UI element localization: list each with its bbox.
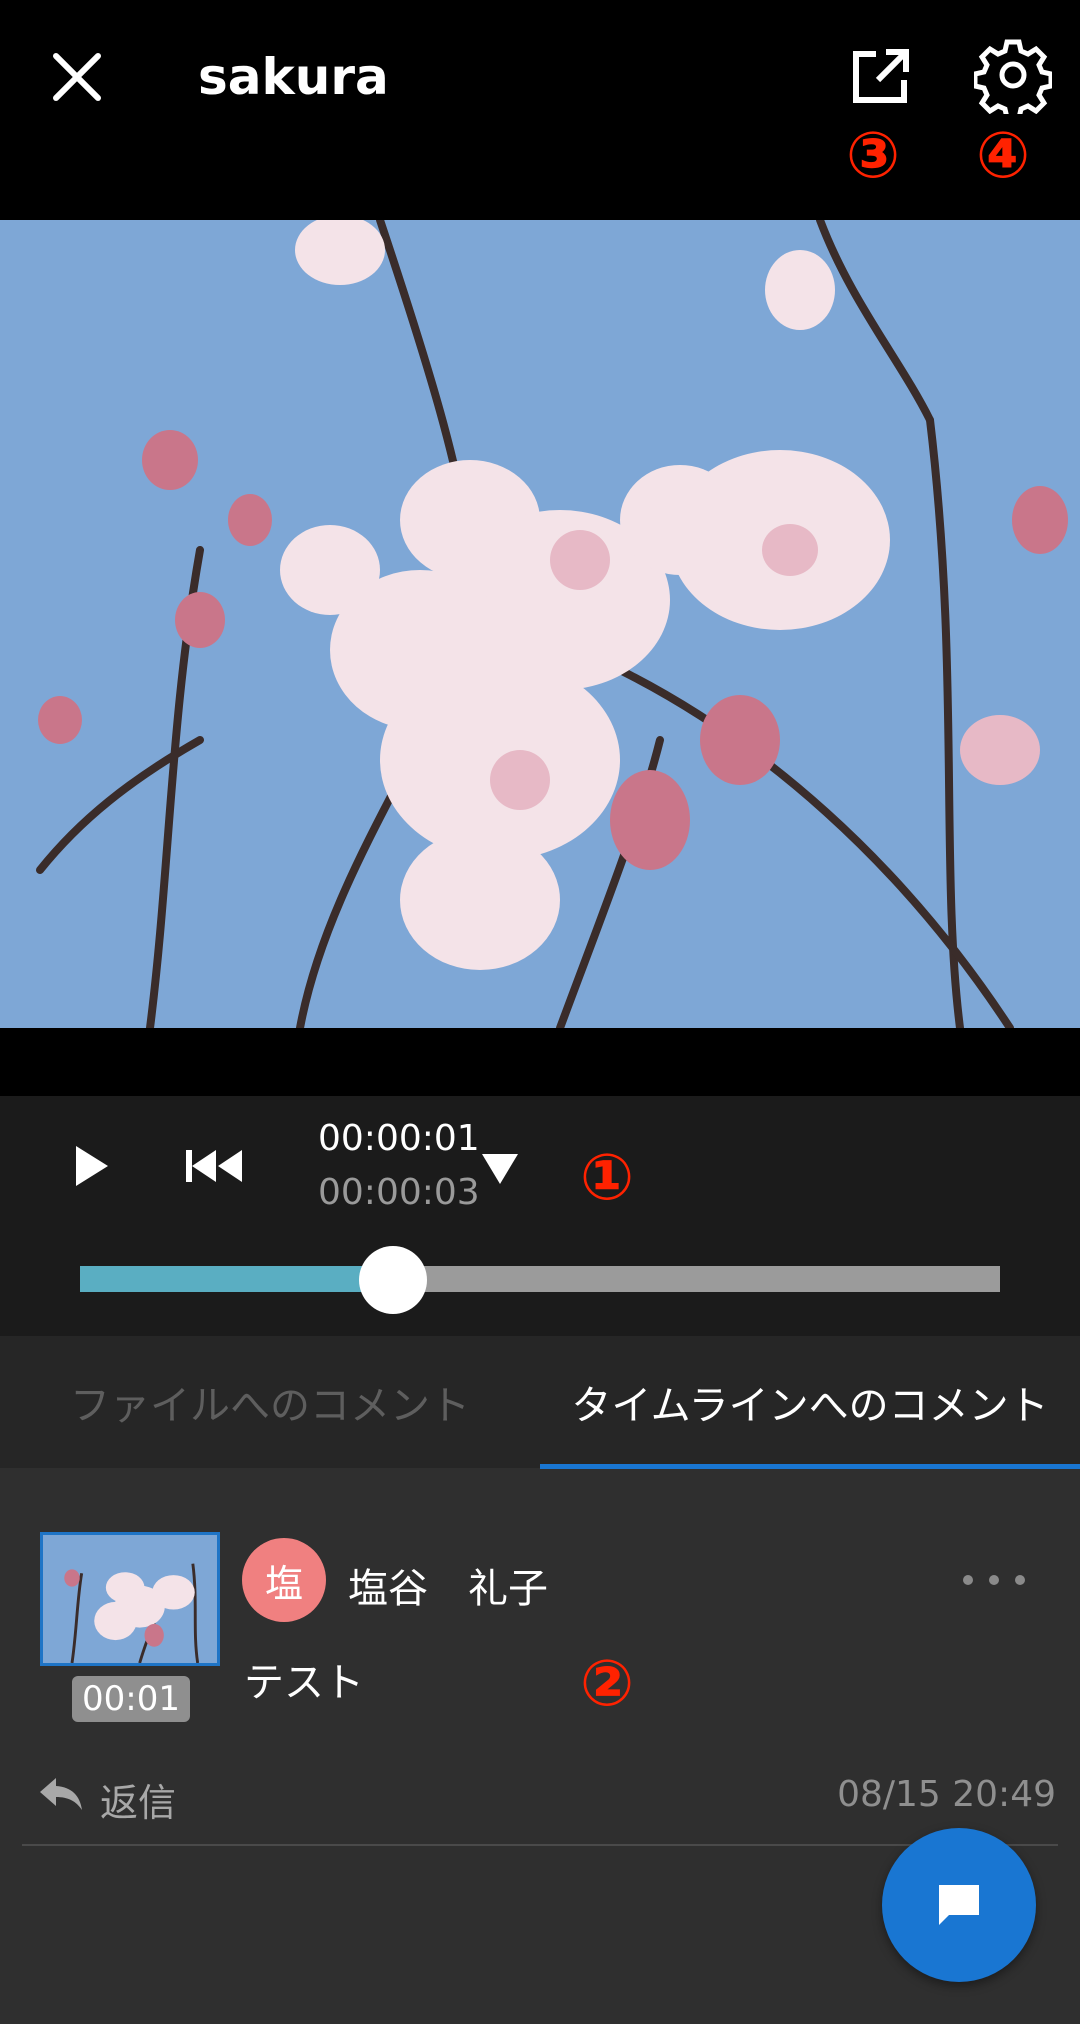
reply-icon[interactable] xyxy=(38,1774,84,1814)
page-title: sakura xyxy=(198,48,389,106)
avatar: 塩 xyxy=(242,1538,326,1622)
skip-to-start-icon[interactable] xyxy=(184,1146,244,1186)
current-time: 00:00:01 xyxy=(318,1118,480,1159)
app-header xyxy=(0,0,1080,220)
dropdown-triangle-icon[interactable] xyxy=(480,1152,520,1186)
close-icon[interactable] xyxy=(44,44,110,110)
video-letterbox xyxy=(0,1028,1080,1096)
annotation-4: ④ xyxy=(976,119,1031,193)
comment-timestamp: 08/15 20:49 xyxy=(837,1774,1056,1815)
tab-file-comments[interactable]: ファイルへのコメント xyxy=(0,1336,540,1468)
annotation-2: ② xyxy=(580,1647,635,1721)
comment-thumbnail[interactable] xyxy=(40,1532,220,1666)
video-frame[interactable] xyxy=(0,220,1080,1028)
comment-time-badge: 00:01 xyxy=(72,1676,190,1722)
open-external-icon[interactable] xyxy=(846,42,916,112)
new-comment-button[interactable] xyxy=(882,1828,1036,1982)
reply-button[interactable]: 返信 xyxy=(100,1772,176,1827)
comment-text: テスト xyxy=(244,1660,364,1706)
chat-bubble-icon xyxy=(939,1885,979,1925)
gear-icon[interactable] xyxy=(974,36,1052,114)
annotation-1: ① xyxy=(580,1141,635,1215)
annotation-3: ③ xyxy=(846,119,901,193)
active-tab-indicator xyxy=(540,1464,1080,1469)
seek-bar-fill xyxy=(80,1266,393,1292)
comment-divider xyxy=(22,1844,1058,1846)
tab-timeline-comments[interactable]: タイムラインへのコメント xyxy=(540,1336,1080,1468)
seek-bar-thumb[interactable] xyxy=(358,1246,427,1314)
total-time: 00:00:03 xyxy=(318,1172,480,1213)
play-icon[interactable] xyxy=(72,1142,112,1190)
comment-author: 塩谷 礼子 xyxy=(348,1566,548,1612)
more-options-icon[interactable] xyxy=(958,1568,1030,1592)
player-controls xyxy=(0,1096,1080,1336)
